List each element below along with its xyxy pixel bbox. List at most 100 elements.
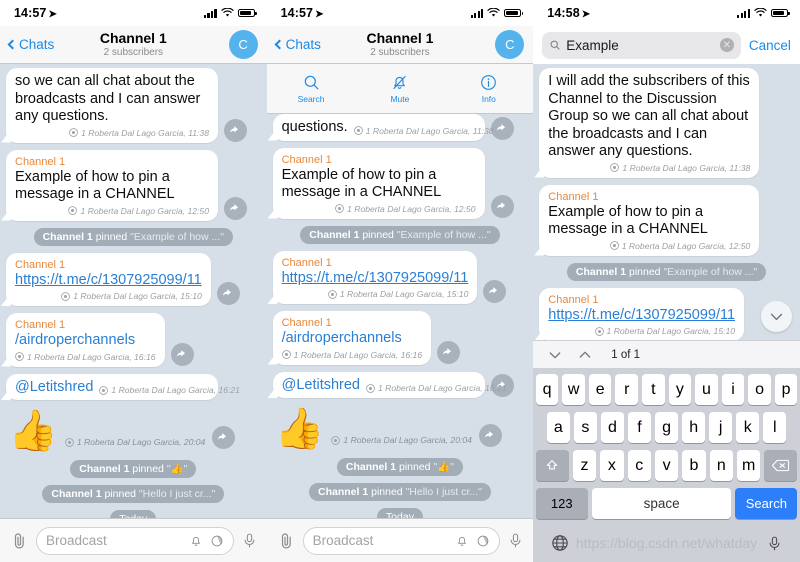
attachment-clip-icon[interactable] [9, 531, 29, 551]
message-bubble[interactable]: Channel 1 Example of how to pin a messag… [539, 184, 760, 256]
search-input[interactable]: Example ✕ [542, 31, 741, 59]
avatar[interactable]: C [495, 30, 525, 59]
message-bubble[interactable]: questions. 1 Roberta Dal Lago Garcia, 11… [272, 114, 494, 141]
key-q[interactable]: q [535, 374, 559, 405]
message-row[interactable]: Channel 1 Example of how to pin a messag… [533, 184, 800, 256]
forward-button[interactable] [437, 340, 461, 364]
message-row[interactable]: Channel 1 /airdroperchannels 1 Roberta D… [0, 313, 267, 367]
microphone-icon[interactable] [241, 532, 258, 549]
microphone-icon[interactable] [507, 532, 524, 549]
self-destruct-timer-icon[interactable] [476, 534, 490, 548]
emoji-message-row[interactable]: 👍 1 Roberta Dal Lago Garcia, 20:04 [267, 405, 534, 451]
chat-area[interactable]: questions. 1 Roberta Dal Lago Garcia, 11… [266, 114, 534, 518]
pinned-notice[interactable]: Channel 1 pinned "Hello I just cr..." [42, 485, 225, 503]
chat-area[interactable]: I will add the subscribers of this Chann… [533, 64, 800, 340]
key-h[interactable]: h [682, 412, 706, 443]
key-j[interactable]: j [709, 412, 733, 443]
forward-button[interactable] [212, 426, 236, 449]
key-c[interactable]: c [627, 450, 651, 481]
silent-bell-icon[interactable] [455, 534, 469, 548]
message-row[interactable]: @Letitshred 1 Roberta Dal Lago Garcia, 1… [0, 373, 267, 400]
message-row[interactable]: questions. 1 Roberta Dal Lago Garcia, 11… [267, 114, 534, 141]
pinned-notice[interactable]: Channel 1 pinned "Example of how ..." [300, 225, 500, 244]
message-bubble[interactable]: Channel 1 /airdroperchannels 1 Roberta D… [6, 313, 165, 367]
pinned-notice[interactable]: Channel 1 pinned "👍" [336, 458, 463, 476]
avatar[interactable]: C [228, 30, 258, 59]
message-command[interactable]: /airdroperchannels [15, 332, 156, 350]
pinned-notice[interactable]: Channel 1 pinned "Hello I just cr..." [309, 483, 491, 501]
cancel-search-button[interactable]: Cancel [749, 38, 791, 53]
broadcast-input[interactable]: Broadcast [302, 526, 501, 555]
key-n[interactable]: n [709, 450, 734, 481]
key-g[interactable]: g [655, 412, 679, 443]
message-row[interactable]: I will add the subscribers of this Chann… [533, 68, 800, 178]
key-i[interactable]: i [721, 374, 745, 405]
key-u[interactable]: u [695, 374, 718, 405]
key-l[interactable]: l [763, 412, 787, 443]
pinned-notice[interactable]: Channel 1 pinned "Example of how ..." [566, 262, 767, 281]
message-row[interactable]: @Letitshred 1 Roberta Dal Lago Garcia, 1… [267, 371, 534, 398]
scroll-to-bottom-button[interactable] [760, 301, 792, 332]
key-v[interactable]: v [654, 450, 679, 481]
microphone-icon[interactable] [766, 534, 783, 553]
forward-button[interactable] [490, 116, 514, 140]
message-row[interactable]: Channel 1 Example of how to pin a messag… [267, 147, 534, 219]
message-mention[interactable]: @Letitshred [15, 379, 93, 397]
message-row[interactable]: Channel 1 Example of how to pin a messag… [0, 149, 267, 221]
back-to-chats-button[interactable]: Chats [274, 37, 321, 52]
pinned-notice[interactable]: Channel 1 pinned "👍" [70, 460, 197, 478]
pinned-notice[interactable]: Channel 1 pinned "Example of how ..." [33, 227, 233, 246]
chat-area[interactable]: so we can all chat about the broadcasts … [0, 64, 267, 518]
key-d[interactable]: d [600, 412, 624, 443]
message-link[interactable]: https://t.me/c/1307925099/11 [282, 270, 469, 288]
message-row[interactable]: Channel 1 https://t.me/c/1307925099/11 1… [267, 250, 534, 304]
forward-button[interactable] [216, 282, 240, 305]
clear-search-icon[interactable]: ✕ [719, 38, 734, 52]
mute-action-button[interactable]: Mute [355, 64, 444, 113]
forward-button[interactable] [224, 118, 247, 142]
key-x[interactable]: x [600, 450, 624, 481]
message-mention[interactable]: @Letitshred [282, 377, 360, 395]
message-row[interactable]: Channel 1 /airdroperchannels 1 Roberta D… [267, 311, 534, 365]
key-y[interactable]: y [668, 374, 692, 405]
message-bubble[interactable]: Channel 1 https://t.me/c/1307925099/11 1… [539, 287, 745, 340]
forward-button[interactable] [170, 342, 194, 366]
message-row[interactable]: Channel 1 https://t.me/c/1307925099/11 1… [533, 287, 800, 340]
key-r[interactable]: r [615, 374, 639, 405]
message-command[interactable]: /airdroperchannels [282, 330, 423, 348]
next-result-chevron-down-icon[interactable] [547, 347, 563, 363]
message-row[interactable]: so we can all chat about the broadcasts … [0, 68, 267, 143]
message-bubble[interactable]: Channel 1 Example of how to pin a messag… [272, 147, 485, 219]
key-b[interactable]: b [682, 450, 706, 481]
backspace-key[interactable] [764, 450, 798, 481]
message-link[interactable]: https://t.me/c/1307925099/11 [15, 272, 202, 290]
message-bubble[interactable]: I will add the subscribers of this Chann… [539, 68, 760, 178]
broadcast-input[interactable]: Broadcast [36, 526, 234, 555]
key-z[interactable]: z [572, 450, 597, 481]
key-a[interactable]: a [546, 412, 570, 443]
message-link[interactable]: https://t.me/c/1307925099/11 [548, 307, 735, 325]
key-f[interactable]: f [627, 412, 652, 443]
space-key[interactable]: space [591, 488, 732, 519]
message-row[interactable]: Channel 1 https://t.me/c/1307925099/11 1… [0, 252, 267, 306]
forward-button[interactable] [490, 194, 514, 218]
search-go-key[interactable]: Search [735, 488, 798, 519]
key-s[interactable]: s [573, 412, 597, 443]
key-t[interactable]: t [642, 374, 665, 405]
shift-key[interactable] [535, 450, 569, 481]
key-w[interactable]: w [562, 374, 585, 405]
forward-button[interactable] [224, 196, 247, 220]
forward-button[interactable] [478, 424, 502, 447]
attachment-clip-icon[interactable] [276, 531, 296, 551]
info-action-button[interactable]: Info [444, 64, 533, 113]
key-k[interactable]: k [736, 412, 760, 443]
message-bubble[interactable]: Channel 1 Example of how to pin a messag… [6, 149, 218, 221]
previous-result-chevron-up-icon[interactable] [577, 347, 593, 363]
key-o[interactable]: o [748, 374, 771, 405]
key-e[interactable]: e [588, 374, 612, 405]
message-bubble[interactable]: Channel 1 https://t.me/c/1307925099/11 1… [272, 250, 478, 304]
self-destruct-timer-icon[interactable] [210, 534, 224, 548]
message-bubble[interactable]: @Letitshred 1 Roberta Dal Lago Garcia, 1… [6, 373, 240, 400]
forward-button[interactable] [483, 280, 507, 303]
key-m[interactable]: m [737, 450, 761, 481]
